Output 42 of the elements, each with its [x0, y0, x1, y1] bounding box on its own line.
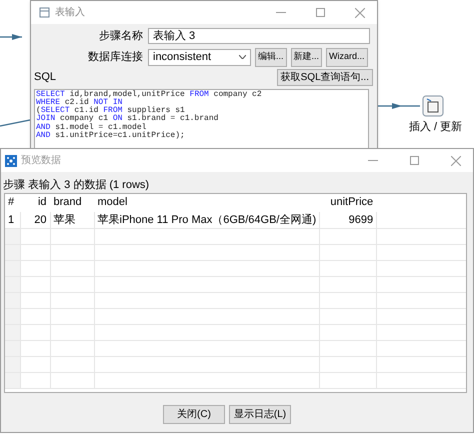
table-icon	[39, 6, 51, 18]
database-step-icon[interactable]	[422, 96, 444, 116]
column-header[interactable]: unitPrice	[320, 194, 377, 211]
connection-dropdown[interactable]: inconsistent	[148, 48, 251, 66]
toolbar-button[interactable]: 编辑...	[255, 48, 287, 66]
step-name-field[interactable]: 表输入 3	[148, 28, 370, 44]
chevron-down-icon	[239, 55, 246, 59]
close-icon[interactable]	[355, 8, 365, 18]
column-header[interactable]: #	[5, 194, 20, 211]
hop-line	[0, 119, 30, 127]
app-icon	[5, 154, 17, 166]
get-sql-button[interactable]: 获取SQL查询语句...	[276, 68, 373, 86]
code-line: (SELECT c1.id FROM suppliers s1	[36, 107, 185, 116]
table-cell: 9699	[320, 211, 377, 228]
hop-arrow	[378, 103, 420, 109]
column-header[interactable]: model	[94, 194, 320, 211]
code-line: WHERE c2.id NOT IN	[36, 98, 124, 107]
code-line: AND s1.model = c1.model	[36, 124, 146, 132]
dialog-button[interactable]: 显示日志(L)	[229, 405, 291, 424]
field-label: 数据库连接	[87, 50, 144, 65]
table-cell: 苹果	[50, 211, 94, 228]
toolbar-button[interactable]: Wizard...	[326, 48, 368, 66]
code-line: JOIN company c1 ON s1.brand = c1.brand	[36, 115, 220, 124]
close-icon[interactable]	[451, 156, 461, 166]
maximize-icon[interactable]	[316, 8, 325, 17]
sql-label: SQL	[34, 70, 56, 85]
window-title: 表输入	[55, 6, 85, 20]
dialog-button[interactable]: 关闭(C)	[163, 405, 225, 424]
preview-caption: 步骤 表输入 3 的数据 (1 rows)	[2, 178, 150, 193]
code-line: AND s1.unitPrice=c1.unitPrice);	[36, 132, 186, 140]
toolbar-button[interactable]: 新建...	[290, 48, 322, 66]
code-line: SELECT id,brand,model,unitPrice FROM company c2	[36, 90, 263, 98]
table-cell: 20	[20, 211, 50, 228]
table-cell: 苹果iPhone 11 Pro Max（6GB/64GB/全网通)	[94, 211, 320, 228]
step-label: 插入 / 更新	[409, 120, 462, 135]
hop-arrow	[0, 34, 22, 40]
maximize-icon[interactable]	[410, 156, 419, 165]
column-header[interactable]: brand	[50, 194, 94, 211]
sql-editor[interactable]: SELECT id,brand,model,unitPrice FROM company c2 WHERE c2.id NOT IN (SELECT c1.id FROM suppliers s1 JOIN company c1 ON s1.brand = c1.brand AND s1.model = c1.model AND s1.unitPrice=c1.unitPrice);	[34, 88, 369, 150]
field-label: 步骤名称	[98, 29, 144, 44]
window-title: 预览数据	[21, 154, 61, 168]
column-header[interactable]: id	[20, 194, 50, 211]
